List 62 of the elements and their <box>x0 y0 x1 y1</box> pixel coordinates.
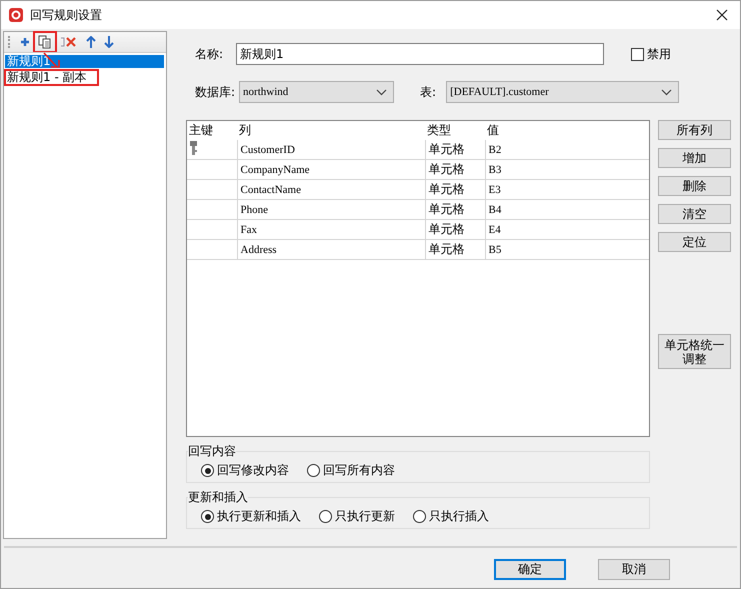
dialog-button[interactable]: 取消 <box>598 559 670 580</box>
key-icon <box>190 141 197 155</box>
side-button[interactable]: 增加 <box>658 148 731 168</box>
disable-label: 禁用 <box>647 46 672 62</box>
radio-button[interactable] <box>201 510 214 523</box>
table-cell: Phone <box>237 200 425 220</box>
table-cell: Address <box>237 240 425 260</box>
column-header: 列 <box>239 123 251 137</box>
radio-label: 回写所有内容 <box>323 462 395 479</box>
group-title: 更新和插入 <box>188 489 248 506</box>
chevron-down-icon <box>376 88 388 96</box>
table-cell: E4 <box>485 220 649 240</box>
rule-item[interactable]: 新规则1 - 副本 <box>4 69 99 86</box>
table-dropdown[interactable]: [DEFAULT].customer <box>446 81 680 103</box>
column-header: 类型 <box>427 123 451 137</box>
name-label: 名称: <box>195 46 224 62</box>
table-cell: ContactName <box>237 180 425 200</box>
side-button[interactable]: 定位 <box>658 232 731 252</box>
window-title: 回写规则设置 <box>30 6 103 24</box>
column-header: 值 <box>487 123 499 137</box>
name-field[interactable]: 新规则1 <box>236 43 604 65</box>
table-cell: B2 <box>485 140 649 160</box>
table-cell: E3 <box>485 180 649 200</box>
table-cell: B4 <box>485 200 649 220</box>
radio-button[interactable] <box>319 510 332 523</box>
side-button[interactable]: 删除 <box>658 176 731 196</box>
database-dropdown[interactable]: northwind <box>239 81 394 103</box>
side-button[interactable]: 所有列 <box>658 120 731 140</box>
table-cell: 单元格 <box>425 160 485 180</box>
table-cell: 单元格 <box>425 200 485 220</box>
group-title: 回写内容 <box>188 443 236 460</box>
app-icon <box>9 8 23 22</box>
radio-label: 只执行更新 <box>335 508 395 525</box>
arrow-up-icon[interactable] <box>86 36 96 48</box>
disable-checkbox[interactable] <box>631 48 644 60</box>
radio-label: 执行更新和插入 <box>217 508 301 525</box>
table-cell: 单元格 <box>425 240 485 260</box>
dialog-button[interactable]: 确定 <box>494 559 566 580</box>
table-cell: CompanyName <box>237 160 425 180</box>
table-label: 表: <box>420 84 436 100</box>
radio-label: 回写修改内容 <box>217 462 289 479</box>
table-cell: 单元格 <box>425 180 485 200</box>
table-cell: 单元格 <box>425 140 485 160</box>
table-cell: B3 <box>485 160 649 180</box>
radio-button[interactable] <box>201 464 214 477</box>
copy-icon[interactable] <box>38 35 52 49</box>
radio-button[interactable] <box>413 510 426 523</box>
table-cell: CustomerID <box>237 140 425 160</box>
column-header: 主键 <box>189 123 213 137</box>
table-cell: Fax <box>237 220 425 240</box>
database-label: 数据库: <box>195 84 236 100</box>
table-cell: B5 <box>485 240 649 260</box>
arrow-down-icon[interactable] <box>104 36 114 48</box>
chevron-down-icon <box>661 88 672 96</box>
radio-button[interactable] <box>307 464 320 477</box>
delete-icon[interactable] <box>60 36 78 48</box>
add-icon[interactable] <box>20 37 30 47</box>
table-cell: 单元格 <box>425 220 485 240</box>
rule-item[interactable]: 新规则1 <box>5 55 164 68</box>
adjust-button[interactable]: 单元格统一调整 <box>658 334 731 369</box>
radio-label: 只执行插入 <box>429 508 489 525</box>
side-button[interactable]: 清空 <box>658 204 731 224</box>
